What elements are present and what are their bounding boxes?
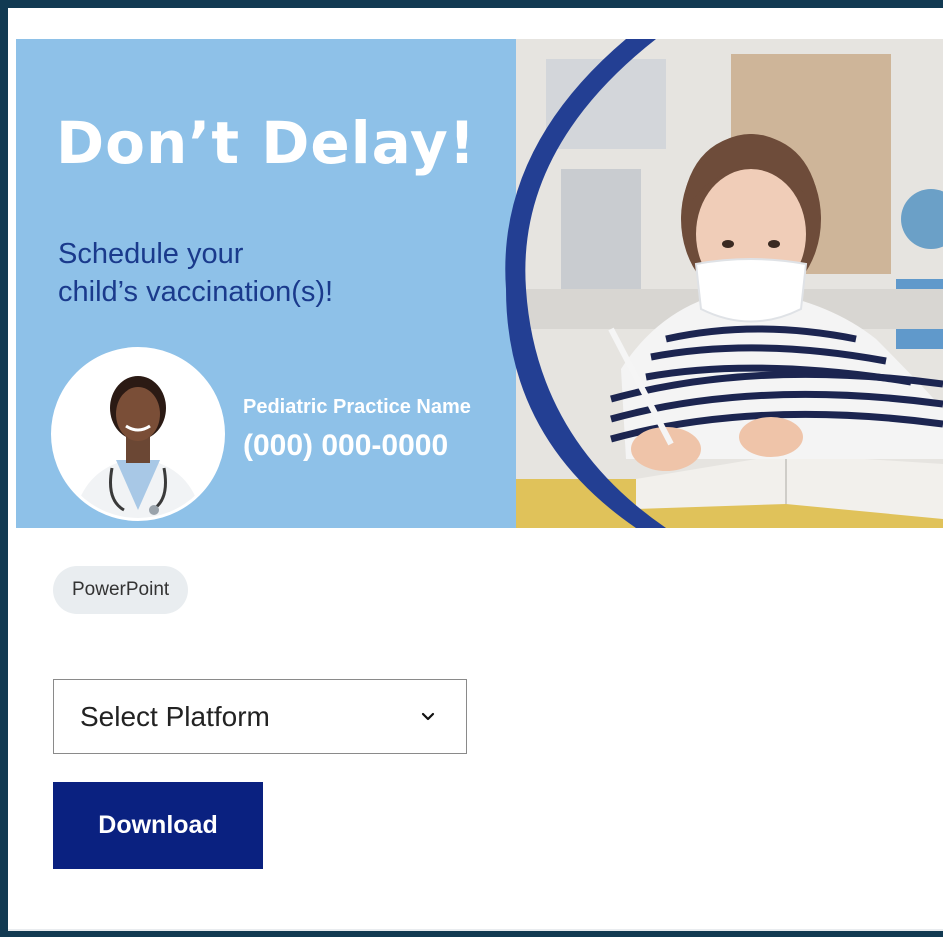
practice-name: Pediatric Practice Name	[243, 396, 471, 418]
format-tag-chip[interactable]: PowerPoint	[53, 566, 189, 614]
subhead-line-2: child’s vaccination(s)!	[58, 276, 334, 308]
template-preview-banner[interactable]: Don’t Delay! Schedule your child’s vacci…	[16, 39, 943, 528]
platform-select-value: Select Platform	[80, 701, 270, 732]
template-card: Don’t Delay! Schedule your child’s vacci…	[8, 8, 943, 931]
banner-headline: Don’t Delay!	[56, 109, 477, 177]
app-frame: Don’t Delay! Schedule your child’s vacci…	[0, 0, 943, 937]
subhead-line-1: Schedule your	[58, 238, 244, 270]
download-button[interactable]: Download	[53, 782, 263, 869]
banner-subheading: Schedule your child’s vaccination(s)!	[58, 235, 418, 311]
platform-select[interactable]: Select Platform	[53, 679, 467, 754]
chevron-down-icon	[421, 712, 435, 721]
practice-phone: (000) 000-0000	[243, 429, 449, 462]
doctor-illustration	[54, 350, 222, 518]
doctor-portrait	[51, 347, 225, 521]
